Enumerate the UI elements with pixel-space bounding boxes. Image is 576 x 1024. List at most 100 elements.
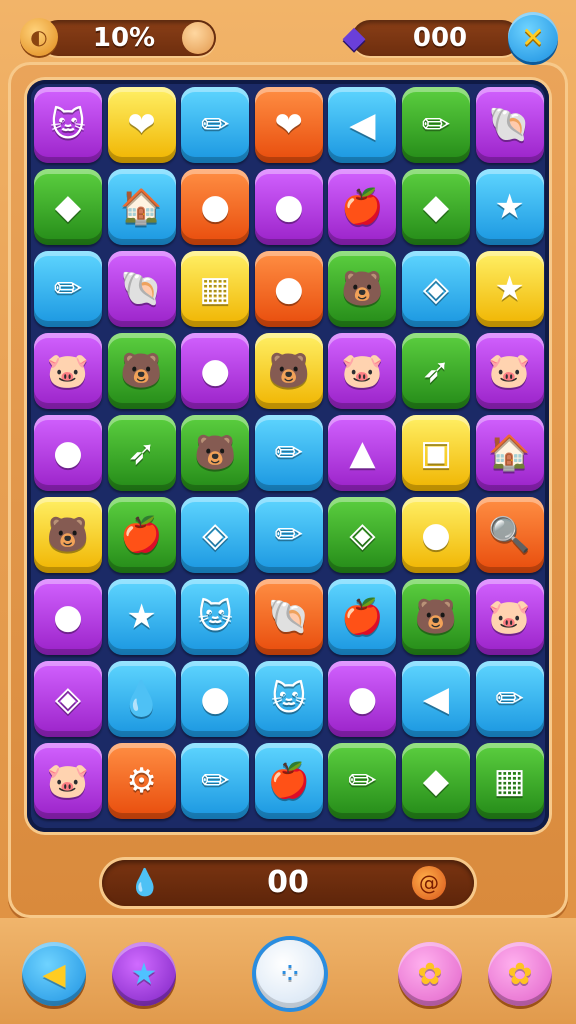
- tile-balloon[interactable]: ●: [34, 579, 102, 655]
- tile-pencil[interactable]: ✏: [254, 415, 323, 491]
- tile-pig-face[interactable]: 🐷: [475, 579, 544, 655]
- tile-speech-bubble[interactable]: ●: [254, 251, 323, 327]
- pencil-icon: ✏: [200, 105, 230, 145]
- tile-house[interactable]: 🏠: [475, 415, 544, 491]
- tile-bear-face[interactable]: 🐻: [402, 579, 470, 655]
- tile-cube[interactable]: ◈: [402, 251, 470, 327]
- house-icon: 🏠: [120, 187, 163, 227]
- flower-button-1[interactable]: ✿: [398, 942, 462, 1006]
- balloon-icon: ●: [53, 433, 83, 473]
- tile-bear-face[interactable]: 🐻: [34, 497, 102, 573]
- tile-crystal[interactable]: ◈: [34, 661, 102, 737]
- bear-face-icon: 🐻: [120, 351, 163, 391]
- triangle-flag-icon: ◀: [42, 956, 66, 992]
- gear-icon: ⚙: [126, 761, 157, 801]
- tile-balloon[interactable]: ●: [254, 169, 323, 245]
- tile-star[interactable]: ★: [107, 579, 176, 655]
- tile-apple[interactable]: 🍎: [328, 579, 397, 655]
- pig-face-icon: 🐷: [46, 351, 90, 391]
- heart-icon: ❤: [274, 105, 304, 145]
- tile-bear-face[interactable]: 🐻: [107, 333, 176, 409]
- tile-pencil[interactable]: ✏: [254, 497, 323, 573]
- tile-shell[interactable]: 🐚: [107, 251, 176, 327]
- tile-magnifier[interactable]: 🔍: [475, 497, 544, 573]
- tile-lollipop[interactable]: ●: [181, 333, 250, 409]
- crystal-icon: ◈: [202, 515, 229, 555]
- tile-house[interactable]: 🏠: [107, 169, 176, 245]
- tile-pencil[interactable]: ✏: [328, 743, 397, 819]
- tile-box[interactable]: ▣: [402, 415, 470, 491]
- tile-shell[interactable]: 🐚: [254, 579, 323, 655]
- tile-gear[interactable]: ⚙: [107, 743, 176, 819]
- tile-apple[interactable]: 🍎: [328, 169, 397, 245]
- tile-pencil[interactable]: ✏: [402, 87, 470, 163]
- tile-balloon[interactable]: ●: [34, 415, 102, 491]
- pig-face-icon: 🐷: [488, 597, 531, 637]
- tile-bear-face[interactable]: 🐻: [181, 415, 250, 491]
- balloon-icon: ●: [273, 187, 304, 227]
- menu-button[interactable]: ⁘: [256, 940, 324, 1008]
- magnifier-icon: 🔍: [488, 515, 531, 555]
- tile-pencil[interactable]: ✏: [34, 251, 102, 327]
- box-icon: ▣: [419, 433, 453, 473]
- tile-crystal[interactable]: ◈: [181, 497, 250, 573]
- tile-star[interactable]: ★: [475, 169, 544, 245]
- tile-note[interactable]: ▦: [475, 743, 544, 819]
- tile-bubble[interactable]: ●: [402, 497, 470, 573]
- tile-leaf[interactable]: ◆: [34, 169, 102, 245]
- tile-pencil[interactable]: ✏: [181, 743, 250, 819]
- tile-pig-face[interactable]: 🐷: [328, 333, 397, 409]
- tile-arrow[interactable]: ➶: [107, 415, 176, 491]
- progress-text: 10%: [92, 23, 156, 53]
- triangle-flag-button[interactable]: ◀: [22, 942, 86, 1006]
- tile-bear-face[interactable]: 🐻: [328, 251, 397, 327]
- tile-leaf[interactable]: ◆: [402, 169, 470, 245]
- tile-cat-face[interactable]: 🐱: [254, 661, 323, 737]
- tile-gem-star[interactable]: ★: [475, 251, 544, 327]
- gem-pill: 000: [352, 20, 520, 56]
- shell-icon: 🐚: [488, 105, 531, 145]
- pencil-icon: ✏: [53, 269, 83, 309]
- tile-apple[interactable]: 🍎: [254, 743, 323, 819]
- pencil-icon: ✏: [274, 433, 304, 473]
- tile-pig-face[interactable]: 🐷: [34, 333, 102, 409]
- tile-triangle-flag[interactable]: ◀: [402, 661, 470, 737]
- arrow-icon: ➶: [421, 351, 451, 391]
- tile-balloon[interactable]: ●: [181, 169, 250, 245]
- tile-heart[interactable]: ❤: [107, 87, 176, 163]
- tile-arrow[interactable]: ➶: [402, 333, 470, 409]
- tile-pencil[interactable]: ✏: [181, 87, 250, 163]
- bear-face-icon: 🐻: [194, 433, 237, 473]
- tile-balloon[interactable]: ●: [328, 661, 397, 737]
- pig-face-icon: 🐷: [46, 761, 90, 801]
- tile-speech-bubble[interactable]: ●: [181, 661, 250, 737]
- tile-pig-face[interactable]: 🐷: [34, 743, 102, 819]
- tile-heart[interactable]: ❤: [254, 87, 323, 163]
- flower-button-2[interactable]: ✿: [488, 942, 552, 1006]
- drop-icon: 💧: [120, 679, 163, 719]
- tile-bear-face[interactable]: 🐻: [254, 333, 323, 409]
- star-button[interactable]: ★: [112, 942, 176, 1006]
- tile-cat-face[interactable]: 🐱: [181, 579, 250, 655]
- close-button[interactable]: ✕: [508, 12, 558, 62]
- tile-drop[interactable]: 💧: [107, 661, 176, 737]
- pencil-icon: ✏: [495, 679, 524, 719]
- tile-crystal[interactable]: ◈: [328, 497, 397, 573]
- leaf-icon: ◆: [54, 187, 82, 227]
- bear-face-icon: 🐻: [341, 269, 384, 309]
- shell-icon: 🐚: [120, 269, 163, 309]
- progress-knob[interactable]: [182, 22, 214, 54]
- tile-shell[interactable]: 🐚: [475, 87, 544, 163]
- tile-pencil[interactable]: ✏: [475, 661, 544, 737]
- tile-pig-face[interactable]: 🐷: [475, 333, 544, 409]
- gem-star-icon: ★: [494, 269, 525, 309]
- tile-cat-face[interactable]: 🐱: [34, 87, 102, 163]
- tile-bell[interactable]: ▲: [328, 415, 397, 491]
- star-icon: ★: [130, 956, 158, 992]
- acorn-icon: ◐: [20, 18, 58, 56]
- tile-leaf[interactable]: ◆: [402, 743, 470, 819]
- tile-calendar[interactable]: ▦: [181, 251, 250, 327]
- pencil-icon: ✏: [421, 105, 451, 145]
- tile-apple[interactable]: 🍎: [107, 497, 176, 573]
- tile-triangle-flag[interactable]: ◀: [328, 87, 397, 163]
